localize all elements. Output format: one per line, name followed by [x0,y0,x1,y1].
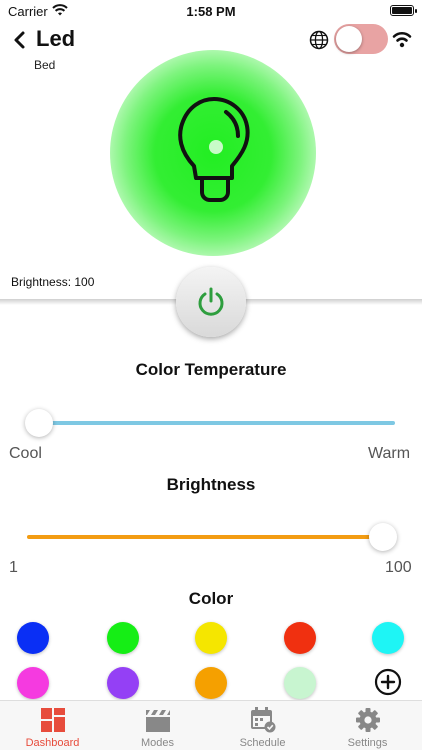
tab-modes[interactable]: Modes [105,701,210,750]
cool-label: Cool [9,445,42,462]
color-swatch-mint[interactable] [284,667,316,699]
power-button[interactable] [176,267,246,337]
tab-dashboard[interactable]: Dashboard [0,701,105,750]
dashboard-icon [41,708,65,732]
brightness-track[interactable] [27,535,383,539]
color-temperature-thumb[interactable] [25,409,53,437]
warm-label: Warm [368,445,411,462]
color-swatch-cyan[interactable] [372,622,404,654]
globe-icon[interactable] [309,30,329,50]
tab-bar: Dashboard Modes Schedule Settings [0,700,422,750]
gear-icon [356,708,380,732]
color-swatch-orange[interactable] [195,667,227,699]
color-swatch-green[interactable] [107,622,139,654]
power-icon [198,287,224,316]
clapperboard-icon [146,710,170,732]
page-subtitle: Bed [34,58,56,72]
tab-schedule-label: Schedule [239,737,286,749]
page-title: Led [36,26,76,51]
tab-dashboard-label: Dashboard [25,737,80,749]
clock: 1:58 PM [186,4,236,19]
color-temperature-title: Color Temperature [135,360,287,379]
color-swatch-red[interactable] [284,622,316,654]
tab-modes-label: Modes [140,737,175,749]
calendar-icon [251,707,276,733]
toggle-knob [336,26,362,52]
brightness-thumb[interactable] [369,523,397,551]
back-chevron-icon[interactable] [10,30,30,50]
color-temperature-track[interactable] [39,421,395,425]
color-swatch-yellow[interactable] [195,622,227,654]
brightness-title: Brightness [166,475,256,494]
tab-settings-label: Settings [347,737,388,749]
tab-settings[interactable]: Settings [315,701,420,750]
color-title: Color [188,589,234,608]
brightness-min-label: 1 [9,559,18,576]
color-swatch-blue[interactable] [17,622,49,654]
status-bar: Carrier 1:58 PM [0,0,422,22]
light-bulb-icon [178,97,250,202]
color-swatch-purple[interactable] [107,667,139,699]
brightness-max-label: 100 [385,559,412,576]
add-color-icon[interactable] [374,668,402,696]
color-swatch-magenta[interactable] [17,667,49,699]
power-toggle[interactable] [334,24,388,54]
tab-schedule[interactable]: Schedule [210,701,315,750]
battery-icon [390,5,417,16]
brightness-readout: Brightness: 100 [11,275,95,289]
wifi-icon [392,32,412,48]
